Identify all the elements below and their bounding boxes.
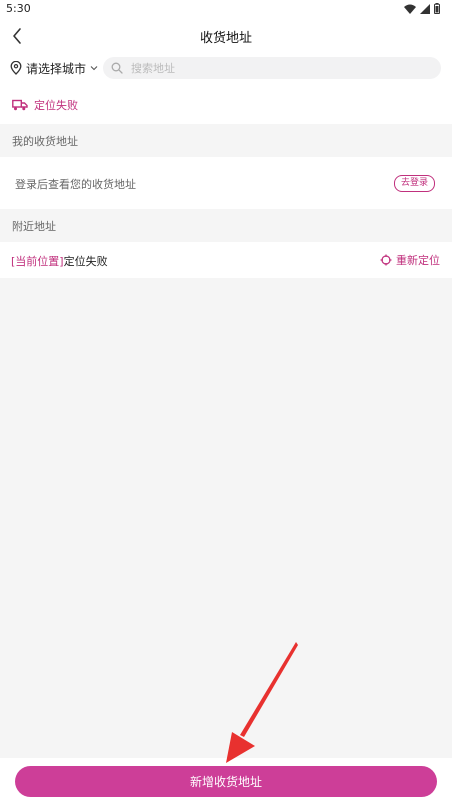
my-addresses-header: 我的收货地址: [0, 124, 452, 156]
current-location: [当前位置]定位失败: [11, 253, 108, 269]
search-box[interactable]: [103, 57, 441, 79]
nav-bar: 收货地址: [0, 20, 452, 52]
location-status-label: 定位失败: [34, 99, 78, 112]
status-icons: [404, 3, 440, 14]
status-time: 5:30: [6, 2, 31, 15]
search-icon: [111, 62, 123, 74]
current-location-row: [当前位置]定位失败 重新定位: [0, 242, 452, 278]
delivery-truck-icon: [12, 99, 28, 111]
page-title: 收货地址: [199, 31, 252, 46]
login-prompt-row: 登录后查看您的收货地址 去登录: [0, 157, 452, 209]
search-input[interactable]: [129, 60, 413, 76]
chevron-down-icon: [90, 66, 98, 71]
nearby-title: 附近地址: [12, 220, 56, 233]
location-status-row: 定位失败: [0, 86, 452, 124]
nearby-header: 附近地址: [0, 209, 452, 242]
search-row: 请选择城市: [0, 52, 452, 86]
location-status: 定位失败: [12, 97, 78, 113]
relocate-button[interactable]: 重新定位: [380, 252, 440, 268]
add-address-button[interactable]: 新增收货地址: [15, 766, 437, 797]
crosshair-icon: [380, 254, 392, 266]
relocate-label: 重新定位: [396, 254, 440, 267]
login-prompt: 登录后查看您的收货地址: [15, 178, 136, 191]
status-bar: 5:30: [0, 0, 452, 20]
location-pin-icon: [10, 61, 22, 75]
current-location-status: 定位失败: [63, 255, 108, 268]
city-selector[interactable]: 请选择城市: [10, 58, 98, 78]
battery-icon: [434, 3, 440, 14]
bottom-bar: 新增收货地址: [0, 758, 452, 804]
signal-icon: [420, 3, 430, 14]
login-button[interactable]: 去登录: [393, 175, 435, 192]
wifi-icon: [404, 4, 416, 14]
current-location-tag: [当前位置]: [11, 255, 64, 268]
my-addresses-title: 我的收货地址: [12, 135, 78, 148]
city-label: 请选择城市: [26, 61, 87, 76]
